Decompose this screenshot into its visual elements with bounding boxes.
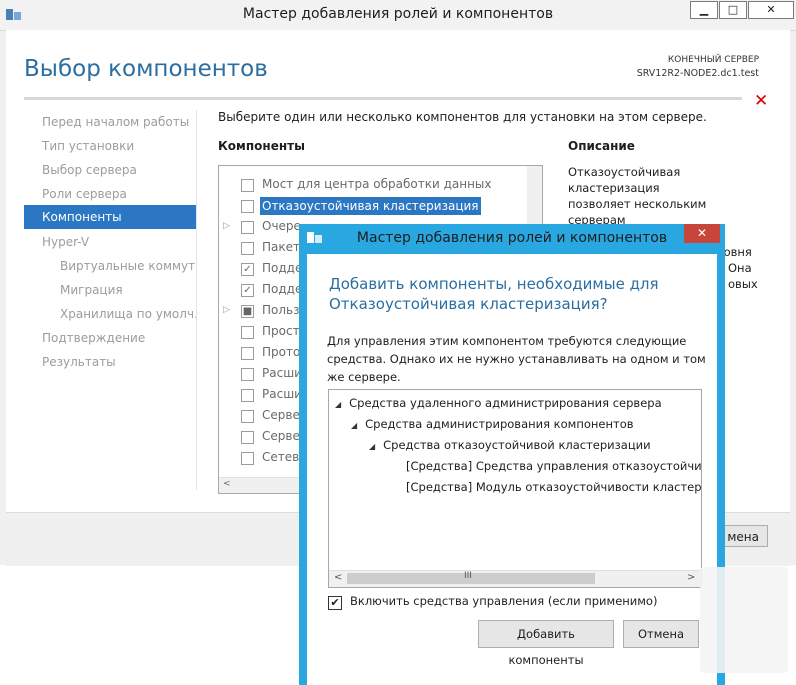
main-titlebar: Мастер добавления ролей и компонентов ▁ … [0,0,796,31]
list-item-failover-clustering[interactable]: Отказоустойчивая кластеризация [219,195,542,216]
nav-default-stores[interactable]: Хранилища по умолч… [24,302,196,326]
nav-server-selection[interactable]: Выбор сервера [24,158,196,182]
list-item-label: Подде [262,261,303,275]
collapse-arrow-icon[interactable]: ◢ [335,400,341,409]
checkbox[interactable] [241,368,254,381]
tree-node[interactable]: ◢ Средства отказоустойчивой кластеризации [369,435,651,457]
expand-arrow-icon[interactable]: ▷ [223,216,230,237]
list-item-label: Прото [262,345,301,359]
nav-installation-type[interactable]: Тип установки [24,134,196,158]
scroll-left-icon[interactable]: < [223,479,231,489]
expand-arrow-icon[interactable]: ▷ [223,300,230,321]
checkbox[interactable] [241,221,254,234]
checkbox[interactable] [241,242,254,255]
checkbox[interactable] [241,431,254,444]
tree-node[interactable]: ◢ Средства удаленного администрирования с… [335,393,662,415]
required-tools-tree[interactable]: ◢ Средства удаленного администрирования с… [328,389,702,588]
nav-features[interactable]: Компоненты [24,205,196,229]
dialog-client-area: Добавить компоненты, необходимые для Отк… [307,254,717,685]
list-item-label: Расши [262,387,302,401]
scroll-right-icon[interactable]: > [687,572,695,583]
description-line: Отказоустойчивая кластеризация [568,165,681,195]
nav-hyper-v[interactable]: Hyper-V [24,230,196,254]
blurred-overlay [700,567,788,673]
list-item-label: Серве [262,429,300,443]
destination-server-value: SRV12R2-NODE2.dc1.test [636,68,759,79]
list-item-label: Пакет [262,240,300,254]
maximize-button[interactable]: □ [719,1,747,19]
list-item-label: Мост для центра обработки данных [262,177,492,191]
dialog-body-text: Для управления этим компонентом требуютс… [327,334,706,384]
grip-icon: III [464,571,472,581]
checkbox[interactable] [241,179,254,192]
tree-node[interactable]: ◢ Средства администрирования компонентов [351,414,634,436]
tree-node[interactable]: [Средства] Модуль отказоустойчивости кла… [406,477,702,497]
checkbox[interactable] [241,410,254,423]
checkbox[interactable] [241,389,254,402]
list-item-label: Подде [262,282,303,296]
tree-node-label: Средства удаленного администрирования се… [349,396,662,410]
nav-server-roles[interactable]: Роли сервера [24,182,196,206]
list-item-label: Прост [262,324,300,338]
checkbox[interactable] [241,452,254,465]
nav-virtual-switches[interactable]: Виртуальные коммут… [24,254,196,278]
list-item-label: Отказоустойчивая кластеризация [260,197,481,215]
list-item-label: Польз [262,303,300,317]
nav-results[interactable]: Результаты [24,350,196,374]
include-tools-label[interactable]: Включить средства управления (если приме… [350,594,657,608]
dialog-close-button[interactable]: ✕ [684,224,720,243]
list-item-label: Серве [262,408,300,422]
tree-horizontal-scrollbar[interactable]: < III > [329,570,701,587]
window-title: Мастер добавления ролей и компонентов [242,6,554,22]
components-heading: Компоненты [218,139,305,153]
header-divider [24,97,742,100]
checkbox-checked[interactable]: ✓ [241,263,254,276]
tree-node-label: Средства отказоустойчивой кластеризации [383,438,651,452]
nav-before-you-begin[interactable]: Перед началом работы [24,110,196,134]
dialog-cancel-button[interactable]: Отмена [623,620,699,648]
list-item[interactable]: Мост для центра обработки данных [219,174,542,195]
list-item-label: Очере [262,219,301,233]
collapse-arrow-icon[interactable]: ◢ [351,421,357,430]
description-heading: Описание [568,139,635,153]
list-item-label: Расши [262,366,302,380]
instruction-text: Выберите один или несколько компонентов … [218,110,707,124]
error-icon[interactable]: ✕ [754,91,768,111]
tree-node[interactable]: [Средства] Средства управления отказоуст… [406,456,702,476]
add-features-button[interactable]: Добавить компоненты [478,620,614,667]
include-tools-checkbox[interactable]: ✔ [328,596,342,610]
scroll-left-icon[interactable]: < [334,572,342,583]
tree-node-label: [Средства] Средства управления отказоуст… [406,459,702,473]
page-title: Выбор компонентов [24,56,268,82]
checkbox[interactable] [241,200,254,213]
checkbox-checked[interactable]: ✓ [241,284,254,297]
tree-node-label: [Средства] Модуль отказоустойчивости кла… [406,480,702,494]
nav-divider [196,110,197,490]
tree-node-label: Средства администрирования компонентов [365,417,634,431]
collapse-arrow-icon[interactable]: ◢ [369,442,375,451]
dialog-heading: Добавить компоненты, необходимые для Отк… [329,275,659,313]
nav-migration[interactable]: Миграция [24,278,196,302]
minimize-button[interactable]: ▁ [690,1,718,19]
nav-confirmation[interactable]: Подтверждение [24,326,196,350]
close-button[interactable]: ✕ [748,1,794,19]
scroll-thumb[interactable]: III [347,571,595,584]
checkbox[interactable] [241,326,254,339]
add-features-dialog: Мастер добавления ролей и компонентов ✕ … [299,224,725,685]
checkbox-partial[interactable]: ■ [241,305,254,318]
checkbox[interactable] [241,347,254,360]
dialog-title: Мастер добавления ролей и компонентов [356,230,668,246]
destination-server-label: КОНЕЧНЫЙ СЕРВЕР [667,55,759,65]
